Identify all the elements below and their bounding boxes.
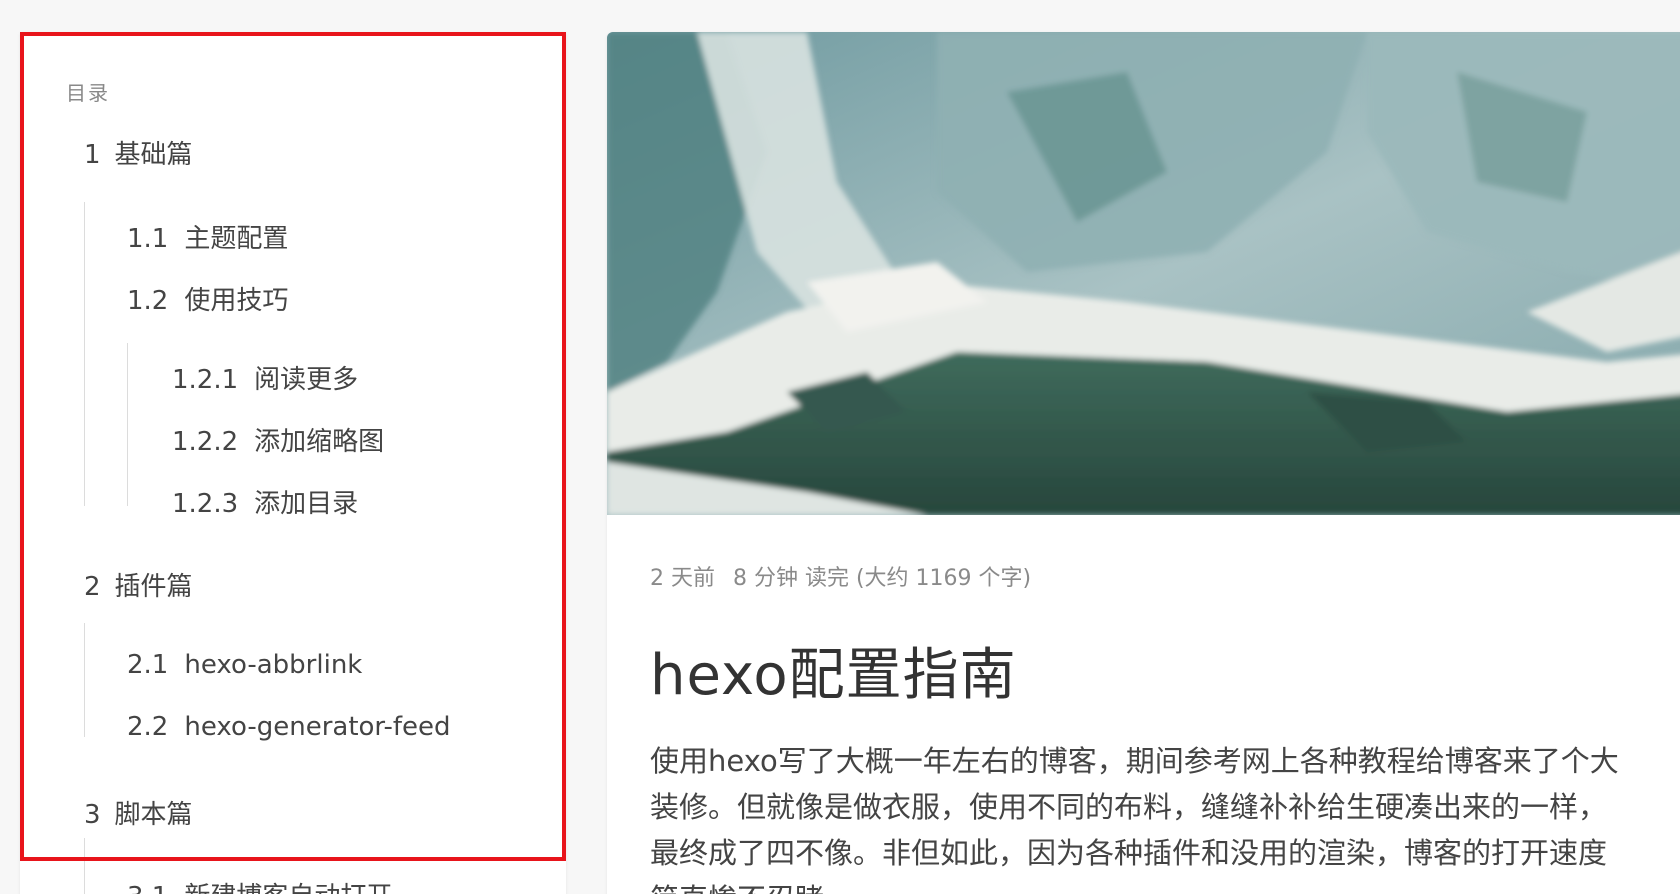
post-meta: 2 天前 8 分钟 读完 (大约 1169 个字) xyxy=(650,560,1049,592)
toc-item-number: 1.1 xyxy=(127,224,169,254)
toc-item-1-2-2[interactable]: 1.2.2 添加缩略图 xyxy=(172,421,384,458)
toc-item-3-1[interactable]: 3.1 新建博客自动打开 xyxy=(127,876,392,894)
toc-item-label: 阅读更多 xyxy=(254,365,359,395)
toc-item-number: 2.1 xyxy=(127,650,169,680)
toc-item-number: 3 xyxy=(84,800,101,830)
post-title[interactable]: hexo配置指南 xyxy=(650,630,1017,711)
toc-item-number: 1 xyxy=(84,140,101,170)
excerpt-line: 使用hexo写了大概一年左右的博客，期间参考网上各种教程给博客来了个大 xyxy=(650,744,1619,778)
page: 目录 1 基础篇 1.1 主题配置 1.2 使用技巧 1.2.1 阅读更多 1.2.2 添… xyxy=(0,0,1680,894)
toc-item-1-2-3[interactable]: 1.2.3 添加目录 xyxy=(172,483,358,520)
toc-item-1-2-1[interactable]: 1.2.1 阅读更多 xyxy=(172,359,358,396)
toc-guide-line-2 xyxy=(84,623,85,737)
toc-item-1-2[interactable]: 1.2 使用技巧 xyxy=(127,280,288,317)
mountain-landscape-image xyxy=(607,32,1680,515)
toc-item-number: 1.2.2 xyxy=(172,427,239,457)
excerpt-line: 简直惨不忍睹。 xyxy=(650,876,1680,894)
toc-title: 目录 xyxy=(66,81,110,105)
post-thumbnail[interactable] xyxy=(607,32,1680,515)
toc-item-label: 基础篇 xyxy=(114,140,193,170)
toc-item-label: 添加缩略图 xyxy=(254,427,385,457)
post-excerpt: 使用hexo写了大概一年左右的博客，期间参考网上各种教程给博客来了个大 装修。但… xyxy=(650,738,1680,894)
toc-item-label: hexo-abbrlink xyxy=(184,650,363,680)
toc-item-2[interactable]: 2 插件篇 xyxy=(84,566,193,603)
toc-item-number: 2 xyxy=(84,572,101,602)
toc-item-label: 脚本篇 xyxy=(114,800,193,830)
post-date: 2 天前 xyxy=(650,566,715,591)
toc-item-1[interactable]: 1 基础篇 xyxy=(84,134,193,171)
excerpt-line: 装修。但就像是做衣服，使用不同的布料，缝缝补补给生硬凑出来的一样， xyxy=(650,790,1608,824)
toc-item-2-1[interactable]: 2.1 hexo-abbrlink xyxy=(127,650,362,680)
toc-item-number: 1.2 xyxy=(127,286,169,316)
post-card: 2 天前 8 分钟 读完 (大约 1169 个字) hexo配置指南 使用hexo… xyxy=(607,32,1680,894)
toc-item-number: 1.2.1 xyxy=(172,365,239,395)
excerpt-line: 最终成了四不像。非但如此，因为各种插件和没用的渲染，博客的打开速度 xyxy=(650,836,1608,870)
toc-item-3[interactable]: 3 脚本篇 xyxy=(84,794,193,831)
toc-item-label: 插件篇 xyxy=(114,572,193,602)
toc-item-number: 1.2.3 xyxy=(172,489,239,519)
toc-item-label: hexo-generator-feed xyxy=(184,712,451,742)
toc-guide-line-1 xyxy=(84,202,85,506)
toc-guide-line-3 xyxy=(84,838,85,894)
toc-item-number: 2.2 xyxy=(127,712,169,742)
post-reading-time: 8 分钟 读完 (大约 1169 个字) xyxy=(733,566,1032,591)
toc-item-label: 新建博客自动打开 xyxy=(184,882,392,894)
toc-item-number: 3.1 xyxy=(127,882,168,894)
toc-item-label: 主题配置 xyxy=(184,224,289,254)
toc-item-2-2[interactable]: 2.2 hexo-generator-feed xyxy=(127,712,451,742)
toc-item-label: 添加目录 xyxy=(254,489,359,519)
toc-item-1-1[interactable]: 1.1 主题配置 xyxy=(127,218,288,255)
toc-guide-line-1-2 xyxy=(127,343,128,506)
toc-item-label: 使用技巧 xyxy=(184,286,289,316)
